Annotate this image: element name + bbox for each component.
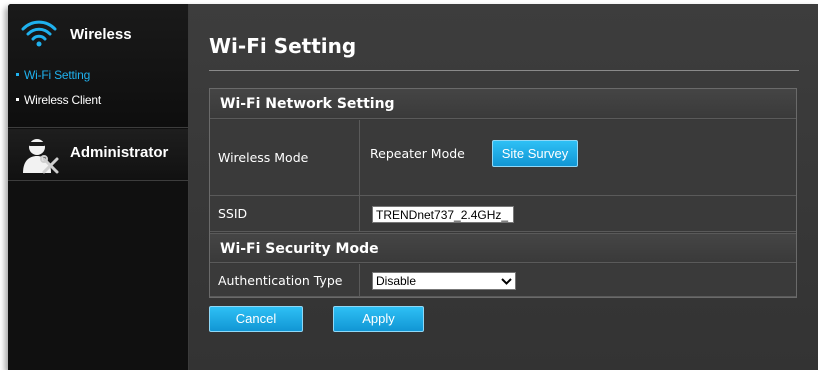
row-authentication-type: Authentication Type Disable [210, 264, 796, 297]
sidebar-item-label: Wi-Fi Setting [24, 68, 91, 82]
ssid-input[interactable]: TRENDnet737_2.4GHz_ [372, 206, 514, 223]
section-header-network: Wi-Fi Network Setting [210, 89, 796, 119]
row-wireless-mode: Wireless Mode Repeater Mode Site Survey [210, 120, 796, 196]
sidebar-title-administrator: Administrator [70, 144, 169, 161]
main-panel: Wi-Fi Setting Wi-Fi Network Setting Wire… [189, 4, 818, 370]
wireless-mode-value: Repeater Mode [370, 146, 465, 161]
authentication-type-value: Disable [376, 274, 417, 288]
apply-button[interactable]: Apply [333, 306, 424, 332]
ssid-label: SSID [210, 196, 360, 231]
chevron-down-icon [501, 278, 512, 285]
site-survey-button[interactable]: Site Survey [492, 140, 578, 167]
section-header-security: Wi-Fi Security Mode [210, 233, 796, 263]
wifi-icon [21, 20, 57, 47]
admin-user-icon [23, 139, 59, 174]
settings-table: Wi-Fi Network Setting Wireless Mode Repe… [209, 88, 797, 298]
sidebar-section-wireless: Wireless Wi-Fi Setting Wireless Client [8, 4, 188, 128]
sidebar-section-administrator[interactable]: Administrator [8, 129, 188, 181]
authentication-type-label: Authentication Type [210, 264, 360, 296]
sidebar-item-wifi-setting[interactable]: Wi-Fi Setting [16, 68, 90, 82]
bullet-icon [16, 73, 19, 76]
title-divider [209, 70, 799, 71]
sidebar-item-label: Wireless Client [24, 93, 102, 107]
bullet-icon [16, 98, 19, 101]
sidebar-item-wireless-client[interactable]: Wireless Client [16, 93, 101, 107]
page-title: Wi-Fi Setting [209, 34, 357, 58]
sidebar: Wireless Wi-Fi Setting Wireless Client A… [8, 4, 188, 370]
row-ssid: SSID TRENDnet737_2.4GHz_ [210, 196, 796, 232]
sidebar-title-wireless: Wireless [70, 26, 132, 43]
cancel-button[interactable]: Cancel [209, 306, 303, 332]
router-admin-window: Wireless Wi-Fi Setting Wireless Client A… [8, 4, 818, 370]
wireless-mode-label: Wireless Mode [210, 120, 360, 195]
authentication-type-select[interactable]: Disable [372, 272, 516, 290]
